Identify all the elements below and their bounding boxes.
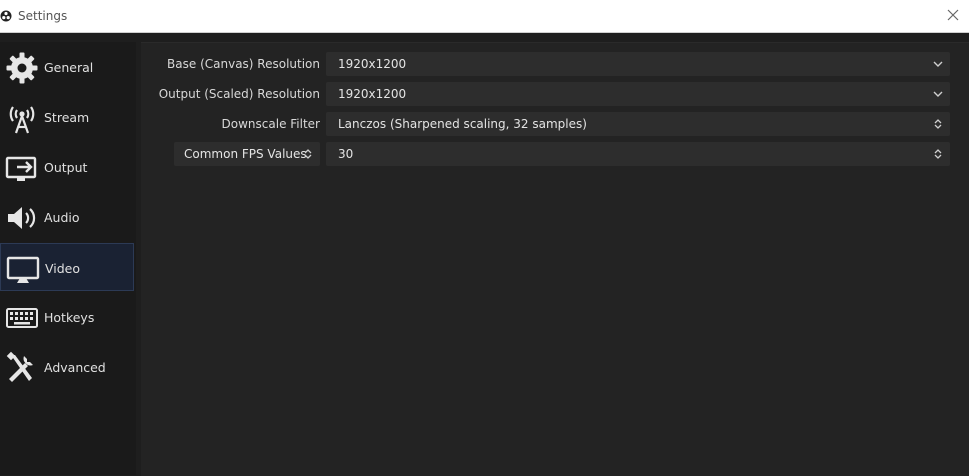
downscale-filter-select[interactable]: Lanczos (Sharpened scaling, 32 samples) [326, 112, 950, 136]
fps-value-select[interactable]: 30 [326, 142, 950, 166]
title-bar: Settings [0, 0, 969, 33]
sidebar-item-label: Video [45, 261, 81, 276]
output-resolution-label: Output (Scaled) Resolution [158, 87, 320, 101]
sidebar-item-label: General [44, 60, 94, 75]
video-settings-panel [141, 42, 969, 476]
chevron-down-icon [933, 61, 943, 67]
output-resolution-value: 1920x1200 [338, 87, 407, 101]
monitor-icon [6, 256, 40, 283]
chevron-down-icon [933, 91, 943, 97]
downscale-filter-value: Lanczos (Sharpened scaling, 32 samples) [338, 117, 587, 131]
up-down-arrows-icon [934, 149, 942, 159]
sidebar-item-video[interactable]: Video [0, 243, 134, 291]
output-icon [5, 156, 37, 181]
sidebar-item-audio[interactable]: Audio [0, 193, 134, 241]
sidebar-item-hotkeys[interactable]: Hotkeys [0, 293, 134, 341]
antenna-icon [9, 106, 35, 134]
settings-sidebar: General Stream Output Audio Video Hotkey… [0, 42, 136, 475]
up-down-arrows-icon [304, 149, 312, 159]
keyboard-icon [6, 308, 38, 328]
fps-type-select[interactable]: Common FPS Values [174, 142, 320, 166]
close-icon[interactable] [945, 7, 961, 23]
sidebar-item-label: Audio [44, 210, 80, 225]
gear-icon [6, 52, 38, 84]
sidebar-item-advanced[interactable]: Advanced [0, 343, 134, 391]
sidebar-item-stream[interactable]: Stream [0, 93, 134, 141]
speaker-icon [8, 207, 36, 229]
fps-type-value: Common FPS Values [184, 147, 307, 161]
output-resolution-select[interactable]: 1920x1200 [326, 82, 950, 106]
sidebar-item-label: Hotkeys [44, 310, 95, 325]
sidebar-item-label: Stream [44, 110, 90, 125]
sidebar-item-output[interactable]: Output [0, 143, 134, 191]
sidebar-item-label: Output [44, 160, 88, 175]
tools-icon [6, 351, 33, 382]
sidebar-item-label: Advanced [44, 360, 106, 375]
up-down-arrows-icon [934, 119, 942, 129]
downscale-filter-label: Downscale Filter [221, 117, 320, 131]
fps-value: 30 [338, 147, 354, 161]
sidebar-item-general[interactable]: General [0, 43, 134, 91]
obs-logo-icon [0, 10, 12, 22]
base-resolution-label: Base (Canvas) Resolution [167, 57, 320, 71]
base-resolution-value: 1920x1200 [338, 57, 407, 71]
base-resolution-select[interactable]: 1920x1200 [326, 52, 950, 76]
window-title: Settings [18, 9, 68, 23]
